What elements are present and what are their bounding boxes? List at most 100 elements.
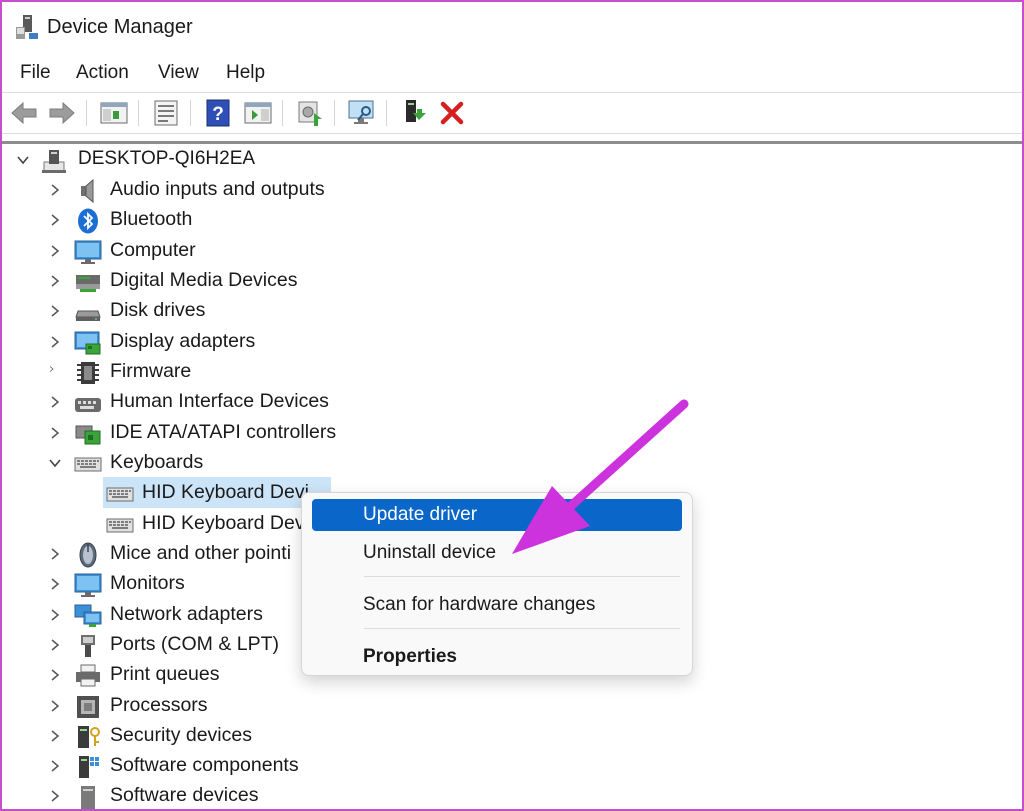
context-menu-update-driver[interactable]: Update driver [312, 499, 682, 531]
tree-item-disk-drives[interactable]: Disk drives [2, 297, 702, 327]
scan-hardware-changes-icon [348, 100, 374, 124]
firmware-chip-icon [77, 362, 99, 384]
show-hide-console-tree-button[interactable] [98, 98, 130, 128]
security-device-icon [78, 726, 100, 748]
processor-icon [77, 696, 99, 718]
tree-item-label: Keyboards [110, 451, 204, 473]
media-device-icon [76, 275, 100, 292]
chevron-right-icon[interactable] [48, 274, 62, 288]
chevron-right-icon[interactable] [48, 304, 62, 318]
tree-root-label: DESKTOP-QI6H2EA [78, 148, 256, 169]
tree-item-security-devices[interactable]: Security devices [2, 722, 702, 752]
tree-item-software-devices[interactable]: Software devices [2, 782, 702, 809]
printer-icon [76, 664, 100, 687]
tree-item-ide-ata-atapi-controllers[interactable]: IDE ATA/ATAPI controllers [2, 419, 702, 449]
bluetooth-icon [78, 208, 98, 234]
chevron-right-icon[interactable] [48, 577, 62, 591]
tree-item-digital-media-devices[interactable]: Digital Media Devices [2, 267, 702, 297]
context-menu-scan-for-hardware-changes[interactable]: Scan for hardware changes [312, 589, 682, 621]
help-icon: ? [206, 99, 230, 127]
enable-device-icon [406, 100, 426, 122]
update-driver-icon [298, 101, 322, 126]
chevron-right-icon[interactable] [48, 183, 62, 197]
chevron-right-icon[interactable] [48, 547, 62, 561]
toolbar-separator [190, 100, 191, 126]
tree-item-bluetooth[interactable]: Bluetooth [2, 206, 702, 236]
tree-item-label: Security devices [110, 724, 252, 746]
context-menu-separator [364, 576, 680, 577]
tree-root[interactable]: DESKTOP-QI6H2EA [2, 146, 702, 176]
tree-item-human-interface-devices[interactable]: Human Interface Devices [2, 388, 702, 418]
tree-item-processors[interactable]: Processors [2, 692, 702, 722]
back-button[interactable] [8, 98, 40, 128]
toolbar-separator [282, 100, 283, 126]
properties-sheet-icon [154, 100, 178, 126]
chevron-right-icon[interactable] [48, 668, 62, 682]
tree-item-label: Software components [110, 754, 299, 776]
monitor-icon [74, 240, 102, 264]
mouse-icon [79, 542, 97, 568]
chevron-right-icon[interactable] [48, 365, 62, 379]
tree-item-label: Print queues [110, 663, 220, 685]
context-menu-label: Update driver [363, 504, 478, 525]
toolbar-separator [138, 100, 139, 126]
hid-icon [75, 398, 101, 412]
chevron-down-icon[interactable] [48, 456, 62, 470]
back-arrow-icon [11, 101, 37, 125]
scan-hardware-changes-button[interactable] [346, 98, 378, 128]
menu-help[interactable]: Help [223, 62, 268, 84]
menu-bar: File Action View Help [2, 58, 1022, 90]
enable-device-button[interactable] [398, 98, 430, 128]
chevron-right-icon[interactable] [48, 729, 62, 743]
chevron-right-icon[interactable] [48, 789, 62, 803]
chevron-right-icon[interactable] [48, 395, 62, 409]
tree-item-label: Digital Media Devices [110, 269, 298, 291]
menu-file[interactable]: File [17, 62, 54, 84]
help-button[interactable]: ? [202, 98, 234, 128]
chevron-right-icon[interactable] [48, 244, 62, 258]
chevron-right-icon[interactable] [48, 759, 62, 773]
context-menu-properties[interactable]: Properties [312, 641, 682, 673]
chevron-right-icon[interactable] [48, 608, 62, 622]
keyboard-icon [106, 487, 134, 502]
tree-item-label: Computer [110, 239, 196, 261]
menu-view[interactable]: View [155, 62, 202, 84]
context-menu-label: Uninstall device [363, 542, 497, 563]
tree-item-audio-inputs-and-outputs[interactable]: Audio inputs and outputs [2, 176, 702, 206]
monitor-icon [74, 573, 102, 597]
computer-tower-icon [42, 150, 66, 173]
tree-item-label: Firmware [110, 360, 192, 382]
properties-button[interactable] [150, 98, 182, 128]
tree-item-label: HID Keyboard Dev [142, 512, 305, 534]
tree-item-label: Human Interface Devices [110, 390, 329, 412]
chevron-down-icon[interactable] [16, 153, 30, 167]
ide-controller-icon [75, 425, 101, 445]
tree-item-label: Mice and other pointi [110, 542, 292, 564]
menu-action[interactable]: Action [73, 62, 132, 84]
disk-drive-icon [75, 310, 101, 321]
show-action-pane-button[interactable] [242, 98, 274, 128]
tree-item-label: Ports (COM & LPT) [110, 633, 280, 655]
tree-item-label: HID Keyboard Devi [142, 481, 309, 503]
toolbar-separator [386, 100, 387, 126]
toolbar: ? [2, 92, 1022, 134]
chevron-right-icon[interactable] [48, 699, 62, 713]
forward-button[interactable] [46, 98, 78, 128]
tree-item-keyboards[interactable]: Keyboards [2, 449, 702, 479]
tree-item-label: IDE ATA/ATAPI controllers [110, 421, 337, 443]
forward-arrow-icon [49, 101, 75, 125]
context-menu: Update driver Uninstall device Scan for … [301, 492, 693, 676]
tree-item-label: Disk drives [110, 299, 206, 321]
toolbar-separator [86, 100, 87, 126]
tree-item-display-adapters[interactable]: Display adapters [2, 328, 702, 358]
tree-item-computer[interactable]: Computer [2, 237, 702, 267]
context-menu-uninstall-device[interactable]: Uninstall device [312, 537, 682, 569]
chevron-right-icon[interactable] [48, 426, 62, 440]
chevron-right-icon[interactable] [48, 638, 62, 652]
tree-item-software-components[interactable]: Software components [2, 752, 702, 782]
update-driver-button[interactable] [294, 98, 326, 128]
chevron-right-icon[interactable] [48, 335, 62, 349]
uninstall-device-button[interactable] [436, 98, 468, 128]
chevron-right-icon[interactable] [48, 213, 62, 227]
tree-item-firmware[interactable]: Firmware [2, 358, 702, 388]
